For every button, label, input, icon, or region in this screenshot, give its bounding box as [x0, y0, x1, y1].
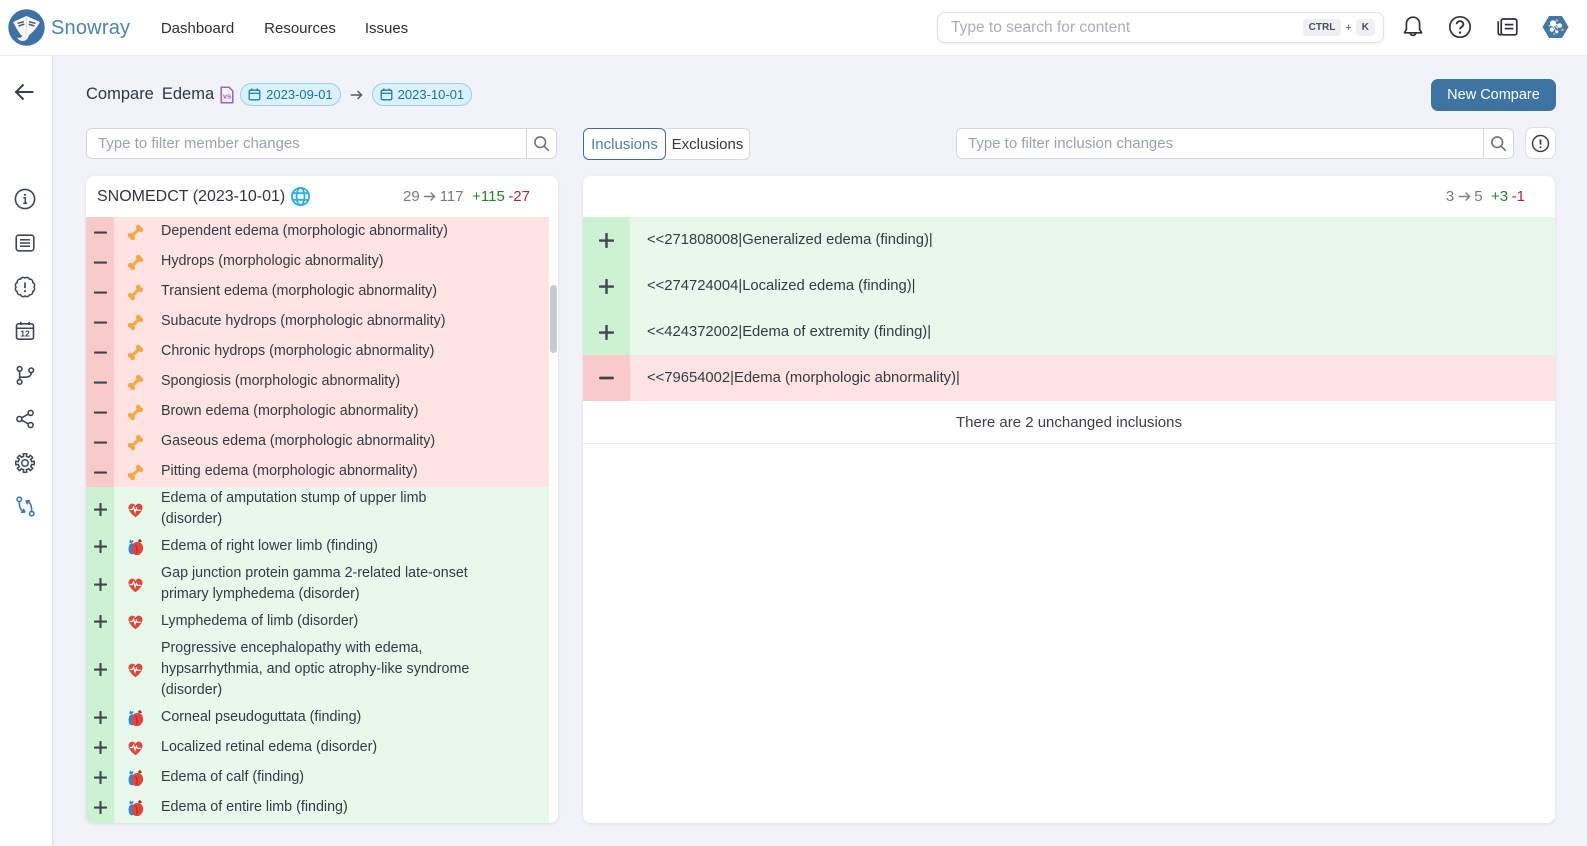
svg-text:vs: vs [223, 91, 231, 100]
svg-text:12: 12 [20, 329, 30, 339]
